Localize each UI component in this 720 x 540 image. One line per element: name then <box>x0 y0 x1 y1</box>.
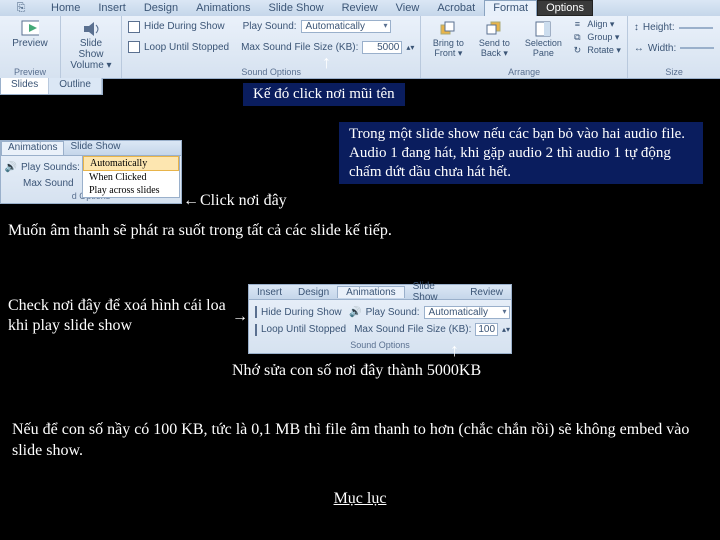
play-sound-dropdown[interactable]: Automatically <box>301 20 391 33</box>
selection-pane-button[interactable]: Selection Pane <box>519 18 567 61</box>
height-icon: ↕ <box>634 22 639 33</box>
arrow-up-icon: ↑ <box>322 52 331 73</box>
width-input[interactable]: ↔Width: <box>634 43 714 54</box>
slides-outline-tabs: Slides Outline <box>0 78 103 95</box>
tab-animations[interactable]: Animations <box>187 2 259 14</box>
ribbon-body: Preview Preview Slide Show Volume ▾ Hide… <box>0 16 720 79</box>
tab-options[interactable]: Options <box>537 0 593 16</box>
ribbon-tabs: ⎘ Home Insert Design Animations Slide Sh… <box>0 0 720 17</box>
loop-until-stopped-checkbox[interactable]: Loop Until StoppedMax Sound File Size (K… <box>128 41 414 54</box>
align-button[interactable]: ≡Align ▾ <box>571 18 621 30</box>
preview-icon <box>21 20 39 38</box>
tab-design[interactable]: Design <box>135 2 187 14</box>
hide-during-show-checkbox-2[interactable]: Hide During Show🔊Play Sound:Automaticall… <box>255 303 505 321</box>
outline-tab[interactable]: Outline <box>49 78 102 94</box>
tab-home[interactable]: Home <box>42 2 89 14</box>
play-sound-options-list[interactable]: Automatically When Clicked Play across s… <box>82 155 180 198</box>
text-line2: Nếu để con số nầy có 100 KB, tức là 0,1 … <box>12 420 708 462</box>
label-click-here: Click nơi đây <box>200 192 287 210</box>
send-to-back-button[interactable]: Send to Back ▾ <box>473 18 515 61</box>
tab-slideshow[interactable]: Slide Show <box>260 2 333 14</box>
arrow-left-icon: ← <box>183 192 199 210</box>
group-icon: ⧉ <box>571 31 583 43</box>
slideshow-volume-button[interactable]: Slide Show Volume ▾ <box>67 18 115 73</box>
panel-sound-options: Insert Design Animations Slide Show Revi… <box>248 284 512 354</box>
callout-click-arrow: Kế đó click nơi mũi tên <box>242 82 406 107</box>
group-button[interactable]: ⧉Group ▾ <box>571 31 621 43</box>
toc-link[interactable]: Mục lục <box>0 490 720 508</box>
loop-checkbox-2[interactable]: Loop Until StoppedMax Sound File Size (K… <box>255 323 505 336</box>
tab-insert[interactable]: Insert <box>89 2 135 14</box>
tab-acrobat[interactable]: Acrobat <box>428 2 484 14</box>
tab-review[interactable]: Review <box>333 2 387 14</box>
slides-tab[interactable]: Slides <box>1 78 49 94</box>
bring-front-icon <box>439 20 457 38</box>
max-file-size-input[interactable]: 5000 <box>362 41 402 54</box>
rotate-button[interactable]: ↻Rotate ▾ <box>571 44 621 56</box>
align-icon: ≡ <box>571 18 583 30</box>
preview-button[interactable]: Preview <box>6 18 54 51</box>
hide-during-show-checkbox[interactable]: Hide During ShowPlay Sound:Automatically <box>128 20 414 33</box>
speaker-icon: 🔊 <box>350 303 362 321</box>
text-line1: Muốn âm thanh sẽ phát ra suốt trong tất … <box>8 222 392 240</box>
tab-view[interactable]: View <box>387 2 429 14</box>
text-remember: Nhớ sửa con số nơi đây thành 5000KB <box>232 362 481 380</box>
tab-format[interactable]: Format <box>484 0 537 16</box>
speaker-icon <box>82 20 100 38</box>
rotate-icon: ↻ <box>571 44 583 56</box>
selection-pane-icon <box>534 20 552 38</box>
height-input[interactable]: ↕Height: <box>634 22 714 33</box>
arrow-right-icon: → <box>232 308 248 326</box>
arrow-up-icon-2: ↑ <box>450 340 459 361</box>
text-check-here: Check nơi đây để xoá hình cái loa khi pl… <box>8 296 228 336</box>
speaker-icon: 🔊 <box>5 158 17 176</box>
bring-to-front-button[interactable]: Bring to Front ▾ <box>427 18 469 61</box>
send-back-icon <box>485 20 503 38</box>
callout-two-audio: Trong một slide show nếu các bạn bỏ vào … <box>338 121 704 185</box>
width-icon: ↔ <box>634 43 644 54</box>
